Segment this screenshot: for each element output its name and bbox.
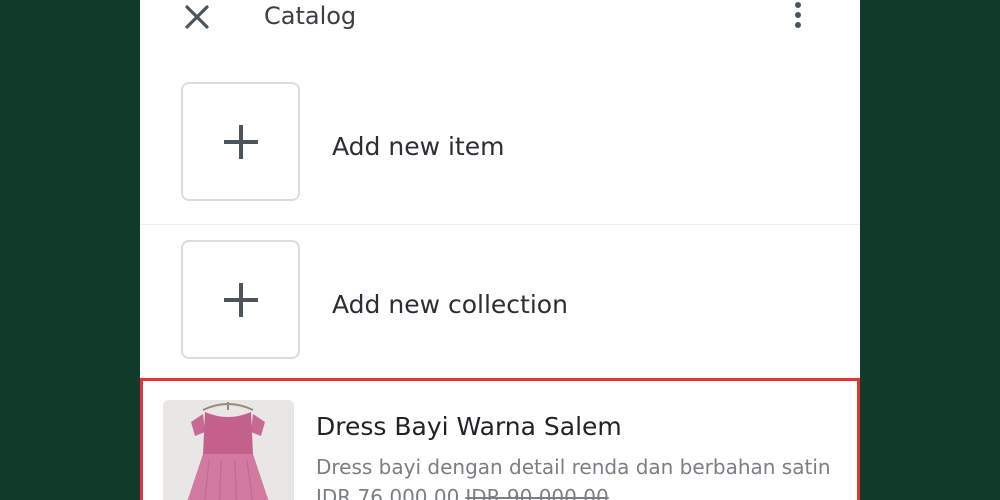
add-new-collection-button[interactable]: Add new collection <box>140 225 860 378</box>
add-collection-tile <box>181 240 300 359</box>
add-new-item-button[interactable]: Add new item <box>140 68 860 225</box>
catalog-panel: Catalog Add new item Add new collection <box>140 0 860 500</box>
plus-icon <box>224 283 258 317</box>
add-item-tile <box>181 82 300 201</box>
product-list-item[interactable]: Dress Bayi Warna Salem Dress bayi dengan… <box>140 378 860 500</box>
product-thumbnail <box>163 400 294 500</box>
product-name: Dress Bayi Warna Salem <box>316 412 622 441</box>
catalog-header: Catalog <box>140 0 860 32</box>
more-vertical-icon[interactable] <box>786 0 810 30</box>
add-new-collection-label: Add new collection <box>332 290 568 319</box>
product-price: IDR 76.000,00 <box>316 485 460 500</box>
plus-icon <box>224 125 258 159</box>
product-price-row: IDR 76.000,00 IDR 90.000,00 <box>316 484 609 500</box>
add-new-item-label: Add new item <box>332 132 505 161</box>
product-description: Dress bayi dengan detail renda dan berba… <box>316 455 831 479</box>
product-original-price: IDR 90.000,00 <box>465 485 609 500</box>
page-title: Catalog <box>264 2 357 30</box>
close-icon[interactable] <box>184 4 210 30</box>
